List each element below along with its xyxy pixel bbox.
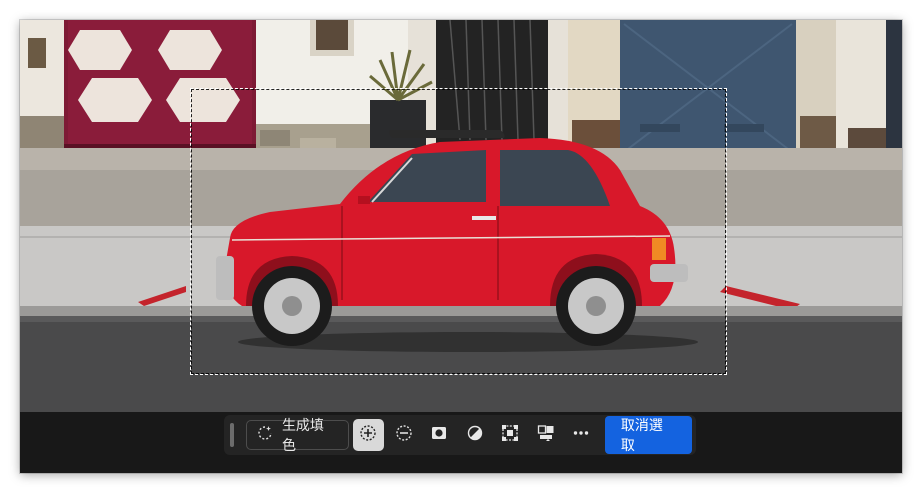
editor-window: 生成填色 取消選取 <box>20 20 902 473</box>
subtract-from-selection-button[interactable] <box>388 419 419 451</box>
more-options-button[interactable] <box>565 419 596 451</box>
contextual-taskbar-area: 生成填色 取消選取 <box>20 412 902 473</box>
invert-selection-icon <box>466 424 484 446</box>
generative-fill-sparkle-icon <box>257 425 273 445</box>
generative-fill-label: 生成填色 <box>281 418 324 454</box>
add-to-selection-button[interactable] <box>352 419 385 451</box>
photo-canvas[interactable] <box>20 20 902 412</box>
contextual-taskbar: 生成填色 取消選取 <box>224 415 696 455</box>
mask-icon <box>430 424 448 446</box>
selection-marquee[interactable] <box>190 88 727 375</box>
taskbar-drag-handle[interactable] <box>230 423 234 447</box>
fill-selection-icon <box>537 424 555 446</box>
more-options-icon <box>572 424 590 446</box>
fill-selection-button[interactable] <box>530 419 561 451</box>
transform-selection-button[interactable] <box>494 419 525 451</box>
generative-fill-button[interactable]: 生成填色 <box>245 418 349 454</box>
mask-button[interactable] <box>424 419 455 451</box>
add-to-selection-icon <box>359 424 377 446</box>
transform-selection-icon <box>501 424 519 446</box>
deselect-button[interactable]: 取消選取 <box>604 416 692 454</box>
invert-selection-button[interactable] <box>459 419 490 451</box>
subtract-from-selection-icon <box>395 424 413 446</box>
